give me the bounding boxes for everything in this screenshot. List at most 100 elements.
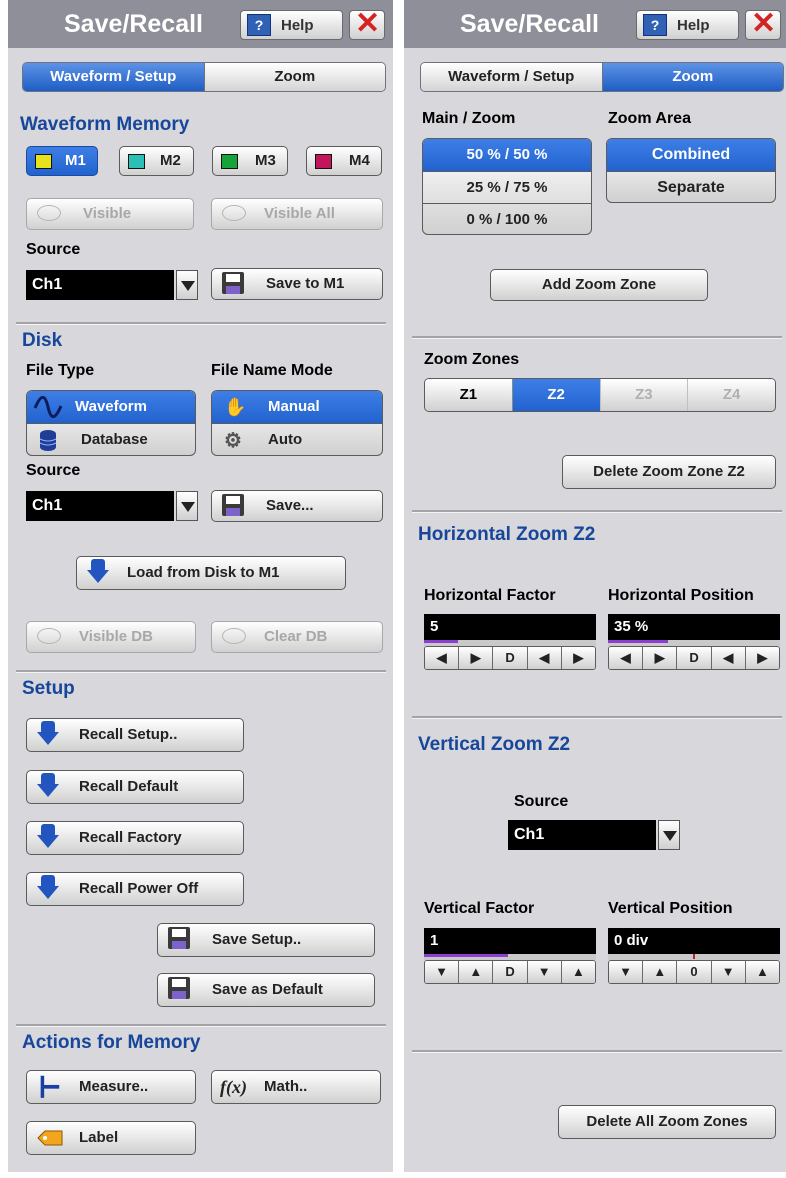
memory-m2-button[interactable]: M2 — [119, 146, 194, 176]
horizontal-factor-label: Horizontal Factor — [424, 587, 556, 604]
horizontal-position-value[interactable]: 35 % — [608, 614, 780, 640]
fine-down-button[interactable]: ▼ — [710, 961, 745, 983]
default-button[interactable]: D — [676, 647, 711, 669]
horizontal-factor-fill — [424, 640, 458, 643]
help-button[interactable]: ? Help — [636, 10, 739, 40]
vertical-source-select[interactable]: Ch1 — [508, 820, 680, 850]
memory-m3-button[interactable]: M3 — [212, 146, 288, 176]
name-mode-auto[interactable]: ⚙ Auto — [212, 423, 382, 455]
save-disk-button[interactable]: Save... — [211, 490, 383, 522]
save-setup-button[interactable]: Save Setup.. — [157, 923, 375, 957]
save-disk-label: Save... — [266, 497, 314, 514]
vertical-position-marker — [693, 954, 695, 959]
eye-icon — [222, 205, 246, 221]
visible-db-button[interactable]: Visible DB — [26, 621, 196, 653]
coarse-up-button[interactable]: ▲ — [642, 961, 677, 983]
math-button[interactable]: f(x) Math.. — [211, 1070, 381, 1104]
load-from-disk-button[interactable]: Load from Disk to M1 — [76, 556, 346, 590]
coarse-right-button[interactable]: ▶ — [642, 647, 677, 669]
measure-label: Measure.. — [79, 1078, 149, 1095]
coarse-down-button[interactable]: ▼ — [425, 961, 459, 983]
help-label: Help — [677, 17, 710, 34]
zone-z3[interactable]: Z3 — [599, 379, 688, 411]
close-button[interactable]: ✕ — [745, 9, 781, 40]
zone-z2[interactable]: Z2 — [511, 379, 600, 411]
dropdown-arrow-icon[interactable] — [176, 491, 198, 521]
measure-button[interactable]: ┣━ Measure.. — [26, 1070, 196, 1104]
disk-source-select[interactable]: Ch1 — [26, 491, 198, 521]
coarse-down-button[interactable]: ▼ — [609, 961, 643, 983]
clear-db-button[interactable]: Clear DB — [211, 621, 383, 653]
default-button[interactable]: D — [492, 961, 527, 983]
delete-all-zoom-zones-button[interactable]: Delete All Zoom Zones — [558, 1105, 776, 1139]
file-type-database[interactable]: Database — [27, 423, 195, 455]
close-button[interactable]: ✕ — [349, 9, 385, 40]
default-button[interactable]: D — [492, 647, 527, 669]
recall-power-off-label: Recall Power Off — [79, 880, 199, 897]
coarse-right-button[interactable]: ▶ — [458, 647, 493, 669]
visible-all-button[interactable]: Visible All — [211, 198, 383, 230]
download-arrow-icon — [87, 559, 109, 583]
gears-icon: ⚙ — [224, 430, 242, 452]
main-zoom-50-50[interactable]: 50 % / 50 % — [423, 139, 591, 171]
vertical-factor-fill — [424, 954, 508, 957]
recall-default-button[interactable]: Recall Default — [26, 770, 244, 804]
main-zoom-25-75[interactable]: 25 % / 75 % — [423, 171, 591, 203]
save-to-m1-button[interactable]: Save to M1 — [211, 268, 383, 300]
fine-up-button[interactable]: ▲ — [560, 961, 595, 983]
fine-right-button[interactable]: ▶ — [744, 647, 779, 669]
fine-left-button[interactable]: ◀ — [526, 647, 561, 669]
horizontal-zoom-heading: Horizontal Zoom Z2 — [418, 524, 596, 545]
coarse-left-button[interactable]: ◀ — [609, 647, 643, 669]
save-as-default-button[interactable]: Save as Default — [157, 973, 375, 1007]
dropdown-arrow-icon[interactable] — [658, 820, 680, 850]
fine-down-button[interactable]: ▼ — [526, 961, 561, 983]
zoom-area-label: Zoom Area — [608, 110, 691, 127]
label-button[interactable]: Label — [26, 1121, 196, 1155]
horizontal-factor-value[interactable]: 5 — [424, 614, 596, 640]
recall-power-off-button[interactable]: Recall Power Off — [26, 872, 244, 906]
recall-setup-button[interactable]: Recall Setup.. — [26, 718, 244, 752]
coarse-up-button[interactable]: ▲ — [458, 961, 493, 983]
vertical-zoom-heading: Vertical Zoom Z2 — [418, 734, 571, 755]
vertical-position-buttons: ▼ ▲ 0 ▼ ▲ — [608, 960, 780, 984]
function-icon: f(x) — [220, 1077, 247, 1097]
panel-title: Save/Recall — [64, 10, 203, 38]
tab-zoom[interactable]: Zoom — [203, 63, 385, 91]
memory-m4-button[interactable]: M4 — [306, 146, 382, 176]
fine-up-button[interactable]: ▲ — [744, 961, 779, 983]
fine-left-button[interactable]: ◀ — [710, 647, 745, 669]
tab-waveform-setup[interactable]: Waveform / Setup — [23, 63, 204, 91]
zone-z1[interactable]: Z1 — [425, 379, 512, 411]
name-mode-manual[interactable]: ✋ Manual — [212, 391, 382, 423]
zero-button[interactable]: 0 — [676, 961, 711, 983]
visible-button[interactable]: Visible — [26, 198, 194, 230]
source-select[interactable]: Ch1 — [26, 270, 198, 300]
dropdown-arrow-icon[interactable] — [176, 270, 198, 300]
vertical-factor-value[interactable]: 1 — [424, 928, 596, 954]
load-from-disk-label: Load from Disk to M1 — [127, 564, 280, 581]
add-zoom-zone-button[interactable]: Add Zoom Zone — [490, 269, 708, 301]
divider — [412, 716, 782, 719]
memory-m1-button[interactable]: M1 — [26, 146, 98, 176]
coarse-left-button[interactable]: ◀ — [425, 647, 459, 669]
floppy-disk-icon — [222, 494, 244, 516]
tab-zoom[interactable]: Zoom — [601, 63, 783, 91]
main-zoom-0-100[interactable]: 0 % / 100 % — [423, 203, 591, 234]
hand-icon: ✋ — [224, 397, 247, 417]
vertical-position-value[interactable]: 0 div — [608, 928, 780, 954]
fine-right-button[interactable]: ▶ — [560, 647, 595, 669]
tab-bar: Waveform / Setup Zoom — [420, 62, 784, 92]
divider — [412, 510, 782, 513]
divider — [16, 322, 386, 325]
tab-waveform-setup[interactable]: Waveform / Setup — [421, 63, 602, 91]
zoom-area-combined[interactable]: Combined — [607, 139, 775, 171]
zone-z4[interactable]: Z4 — [687, 379, 775, 411]
zoom-area-separate[interactable]: Separate — [607, 171, 775, 202]
delete-zoom-zone-button[interactable]: Delete Zoom Zone Z2 — [562, 455, 776, 489]
visible-label: Visible — [83, 205, 132, 222]
file-type-waveform[interactable]: Waveform — [27, 391, 195, 423]
recall-factory-button[interactable]: Recall Factory — [26, 821, 244, 855]
help-button[interactable]: ? Help — [240, 10, 343, 40]
help-icon: ? — [247, 14, 271, 36]
